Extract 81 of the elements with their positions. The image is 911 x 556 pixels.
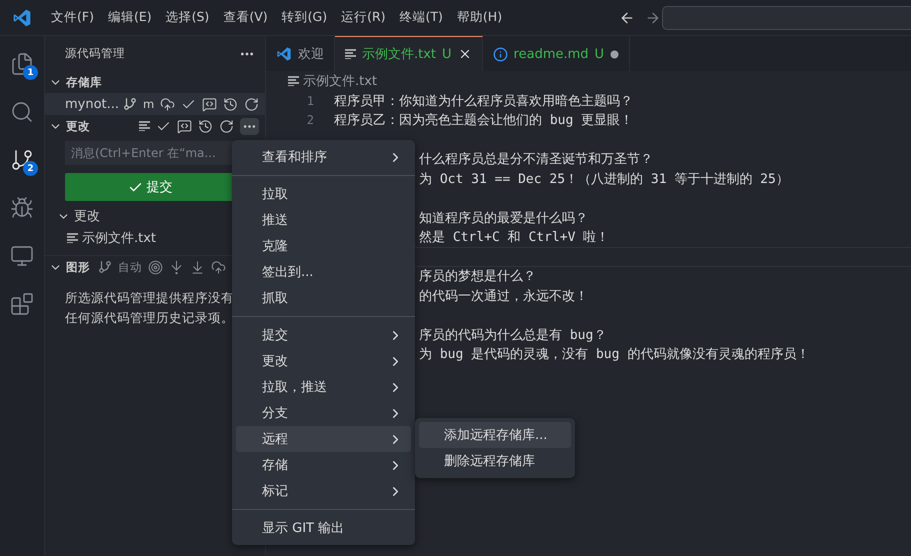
menu-item[interactable]: 选择(S) xyxy=(158,9,216,26)
menu-item[interactable]: 文件(F) xyxy=(44,9,101,26)
menu-item[interactable]: 终端(T) xyxy=(392,9,450,26)
code-line: 为 bug 是代码的灵魂，没有 bug 的代码就像没有灵魂的程序员！ xyxy=(419,346,810,364)
message-code-icon[interactable] xyxy=(177,118,192,134)
group-title[interactable]: 更改 xyxy=(74,207,100,225)
menu-item[interactable]: 推送 xyxy=(236,207,411,233)
status-letter: U xyxy=(594,46,604,62)
code-line: 为 Oct 31 == Dec 25！（八进制的 31 等于十进制的 25） xyxy=(419,170,789,188)
menu-item[interactable]: 编辑(E) xyxy=(100,9,159,26)
text-file-icon xyxy=(139,121,150,131)
code-line: 知道程序员的最爱是什么吗？ xyxy=(419,210,588,227)
fetch-icon[interactable] xyxy=(169,260,184,274)
vscode-logo-icon xyxy=(276,46,292,62)
history-icon[interactable] xyxy=(223,96,238,112)
text-file-icon xyxy=(345,49,356,59)
target-icon[interactable] xyxy=(148,260,163,274)
monitor-icon[interactable] xyxy=(10,244,34,268)
empty-message: 所选源代码管理提供程序没有任何源代码管理历史记录项。 xyxy=(65,289,235,327)
blocks-icon[interactable] xyxy=(10,292,34,316)
repo-name[interactable]: mynot... xyxy=(65,96,120,112)
files-icon[interactable] xyxy=(10,52,34,76)
code-line: 序员的梦想是什么？ xyxy=(419,268,536,286)
cloud-upload-icon[interactable] xyxy=(160,96,176,112)
menu-item[interactable]: 转到(G) xyxy=(274,9,334,26)
submenu-item[interactable]: 拉取，推送 xyxy=(236,374,411,400)
submenu-item[interactable]: 提交 xyxy=(236,322,411,348)
search-field[interactable] xyxy=(662,6,911,30)
commit-button[interactable]: 提交 xyxy=(65,173,235,201)
count-badge: 2 xyxy=(23,161,38,176)
line-number: 1 xyxy=(306,94,314,108)
editor-tab[interactable]: readme.md U xyxy=(482,36,630,71)
git-branch-icon[interactable] xyxy=(123,97,138,111)
code-line: 然是 Ctrl+C 和 Ctrl+V 啦！ xyxy=(419,229,610,246)
submenu-item[interactable]: 查看和排序 xyxy=(236,144,411,170)
git-branch-icon[interactable] xyxy=(10,148,34,172)
line-number: 2 xyxy=(306,113,314,128)
code-line: 程序员乙：因为亮色主题会让他们的 bug 更显眼！ xyxy=(334,112,634,130)
menu-item[interactable]: 删除远程存储库 xyxy=(419,448,571,474)
submenu-item[interactable]: 存储 xyxy=(236,452,411,478)
menu-item[interactable]: 运行(R) xyxy=(334,9,393,26)
section-title[interactable]: 图形 xyxy=(66,260,90,274)
search-icon[interactable] xyxy=(10,100,34,124)
menu-item[interactable]: 添加远程存储库... xyxy=(419,422,571,448)
branch-name[interactable]: m xyxy=(143,97,154,111)
code-line: 什么程序员总是分不清圣诞节和万圣节？ xyxy=(419,151,653,168)
code-line: 的代码一次通过，永远不改！ xyxy=(419,288,588,305)
menu-item[interactable]: 拉取 xyxy=(236,181,411,207)
menu-item[interactable]: 显示 GIT 输出 xyxy=(236,515,411,541)
submenu-item[interactable]: 分支 xyxy=(236,400,411,426)
editor-tab[interactable]: 示例文件.txt U xyxy=(335,36,483,71)
text-file-icon xyxy=(288,76,299,86)
code-line: 程序员甲：你知道为什么程序员喜欢用暗色主题吗？ xyxy=(334,92,633,110)
submenu-item[interactable]: 远程 xyxy=(236,426,411,452)
menu-item[interactable]: 抓取 xyxy=(236,285,411,311)
message-code-icon[interactable] xyxy=(202,96,218,112)
info-icon xyxy=(492,46,508,62)
file-name[interactable]: 示例文件.txt xyxy=(82,229,156,247)
menu-item[interactable]: 克隆 xyxy=(236,233,411,259)
menu-item[interactable]: 签出到... xyxy=(236,259,411,285)
menu-item[interactable]: 帮助(H) xyxy=(450,9,510,26)
commit-message-field[interactable]: 消息(Ctrl+Enter 在“ma... xyxy=(65,141,235,165)
refresh-icon[interactable] xyxy=(219,118,234,134)
text-file-icon xyxy=(67,233,78,243)
code-line: 序员的代码为什么总是有 bug？ xyxy=(419,326,606,344)
bug-icon[interactable] xyxy=(10,196,34,220)
section-title[interactable]: 更改 xyxy=(66,118,90,134)
breadcrumb[interactable]: 示例文件.txt xyxy=(303,72,378,90)
history-icon[interactable] xyxy=(198,118,213,134)
menu-item[interactable]: 查看(V) xyxy=(216,9,275,26)
cloud-upload-icon[interactable] xyxy=(211,260,226,274)
submenu-item[interactable]: 更改 xyxy=(236,348,411,374)
count-badge: 1 xyxy=(23,65,38,80)
status-letter: U xyxy=(442,46,452,62)
section-title[interactable]: 存储库 xyxy=(66,74,102,90)
mode-label[interactable]: 自动 xyxy=(118,260,142,274)
submenu-item[interactable]: 标记 xyxy=(236,478,411,504)
pull-icon[interactable] xyxy=(190,260,205,274)
vscode-logo-icon xyxy=(12,8,32,28)
refresh-icon[interactable] xyxy=(244,96,260,112)
sidebar-title: 源代码管理 xyxy=(65,46,125,61)
